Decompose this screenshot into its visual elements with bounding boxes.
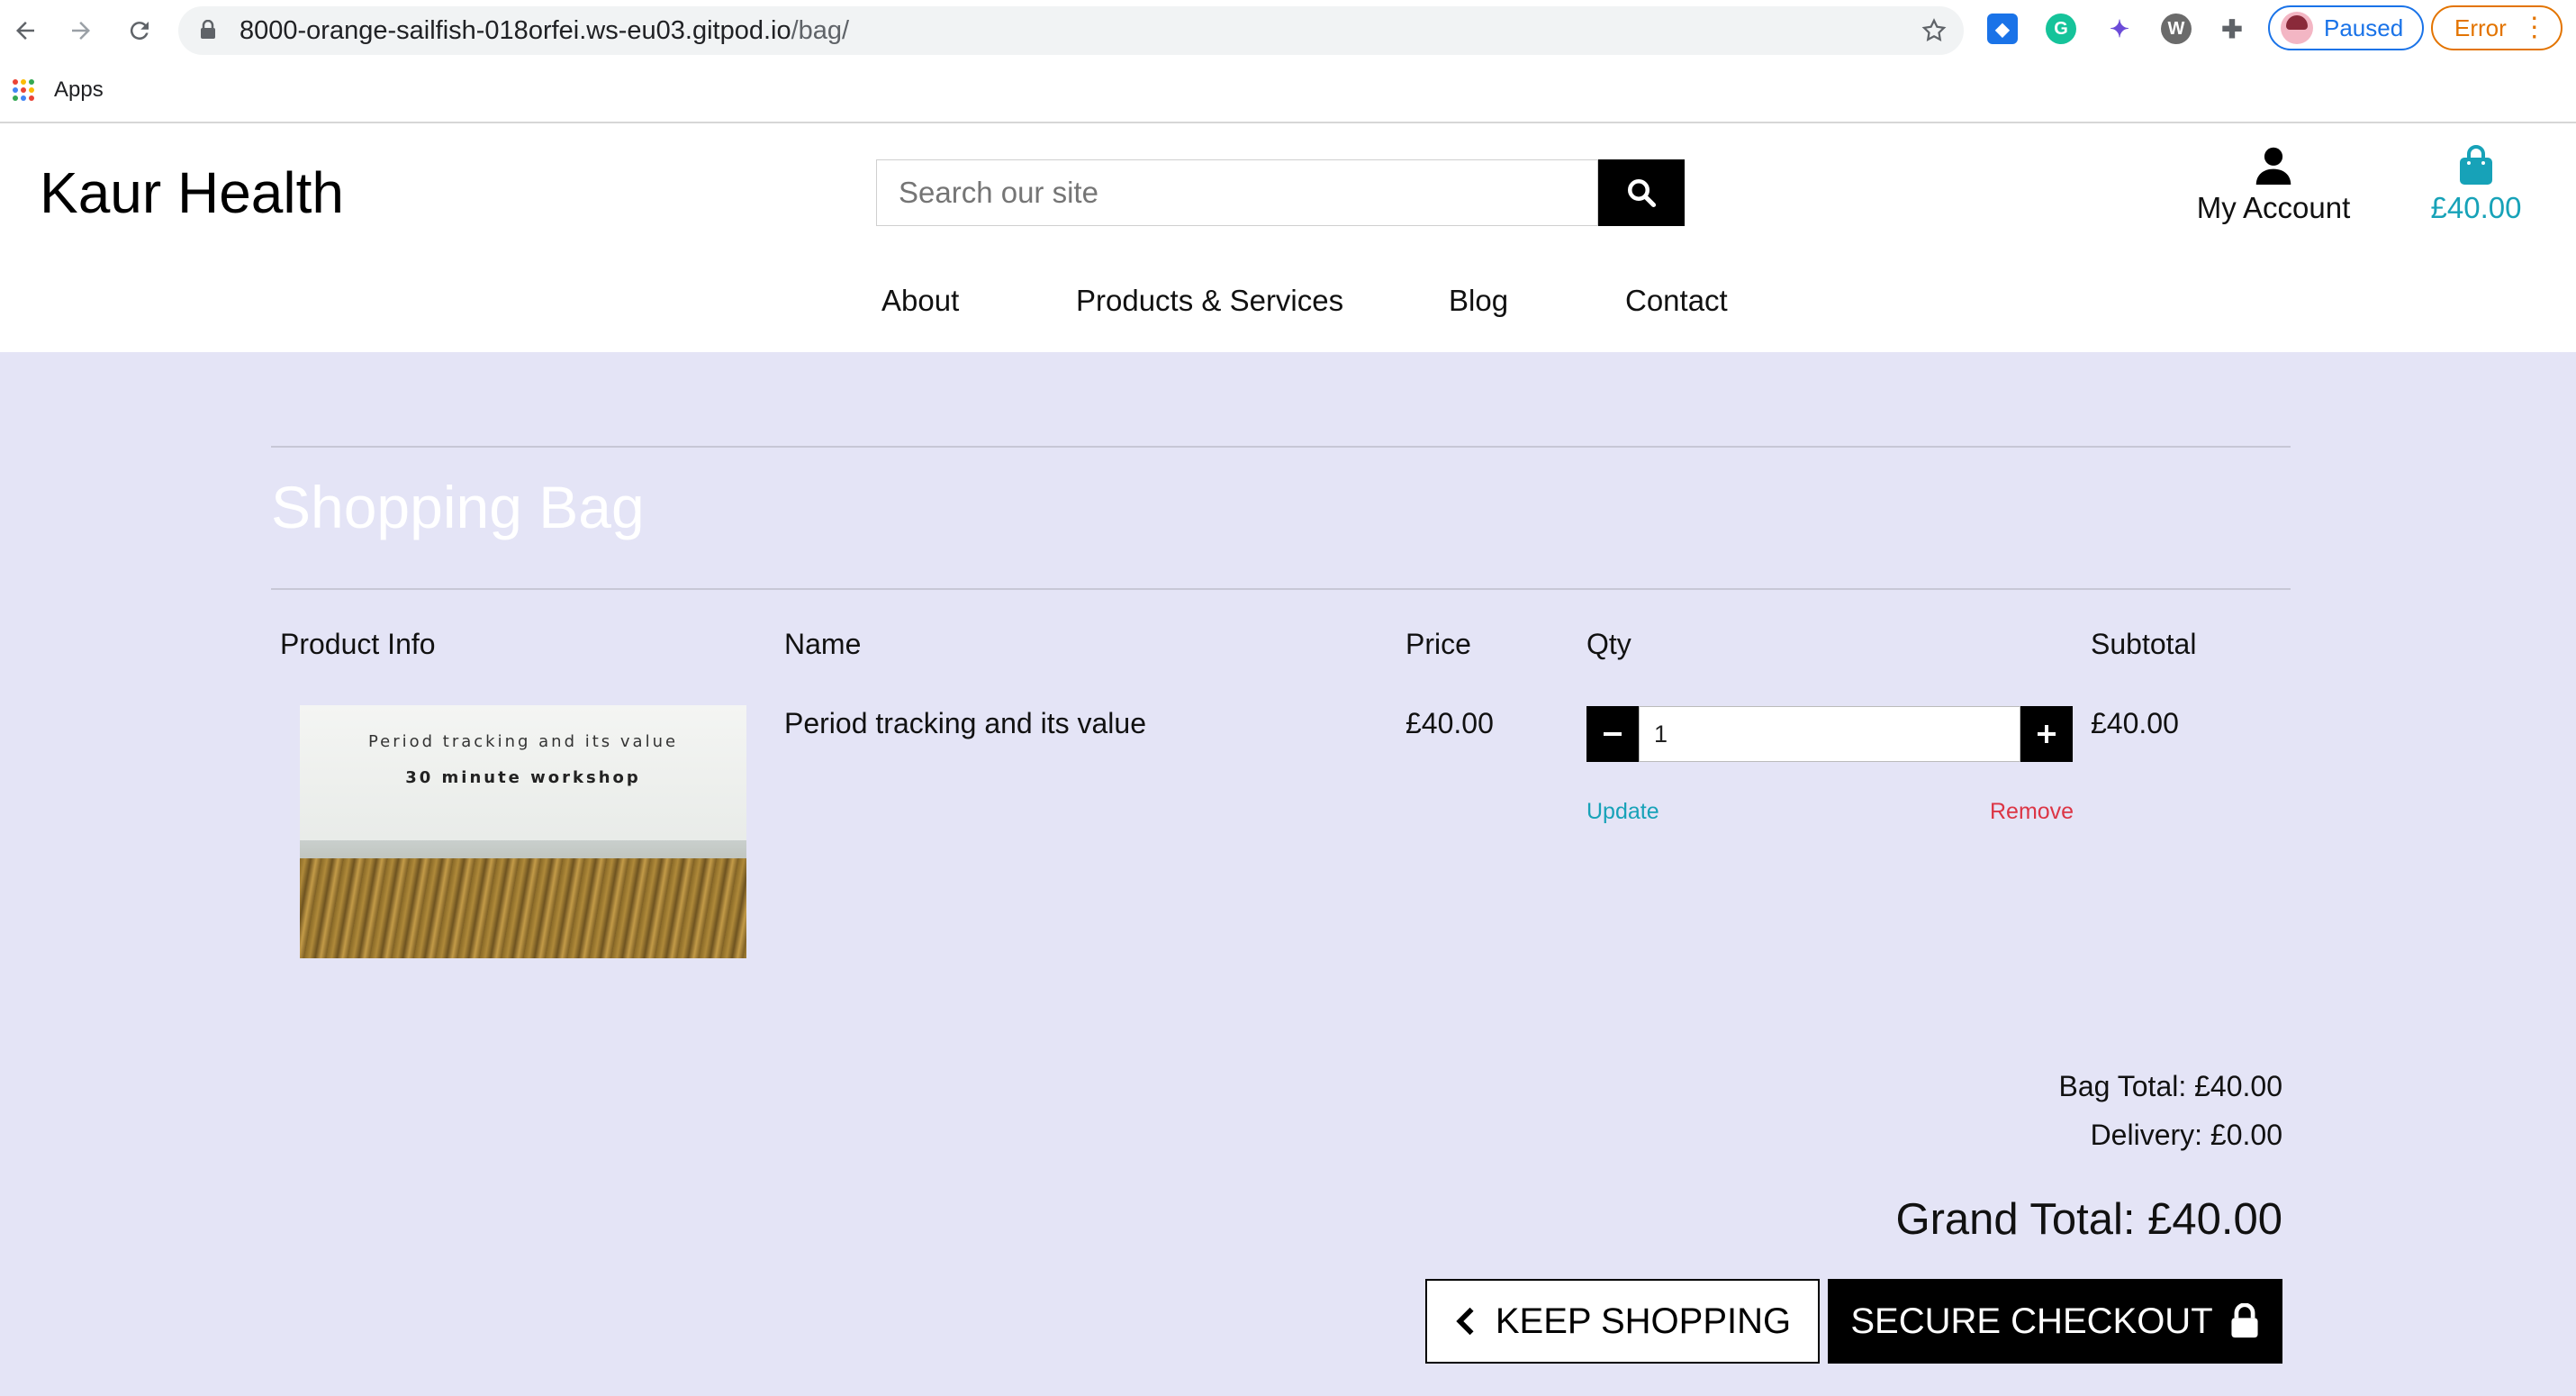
- nav-about[interactable]: About: [881, 284, 959, 318]
- nav-contact[interactable]: Contact: [1625, 284, 1728, 318]
- column-header-qty: Qty: [1586, 628, 1631, 660]
- nav-blog[interactable]: Blog: [1449, 284, 1508, 318]
- search-button[interactable]: [1598, 159, 1685, 226]
- product-image: Period tracking and its value 30 minute …: [300, 705, 746, 958]
- product-image-caption: Period tracking and its value: [367, 732, 679, 751]
- user-icon: [2255, 147, 2291, 185]
- browser-chrome: 8000-orange-sailfish-018orfei.ws-eu03.gi…: [0, 0, 2576, 123]
- search-icon: [1628, 179, 1657, 208]
- url-host: 8000-orange-sailfish-018orfei.ws-eu03.gi…: [240, 16, 791, 45]
- divider: [271, 588, 2291, 590]
- product-price: £40.00: [1406, 707, 1494, 739]
- column-header-subtotal: Subtotal: [2091, 628, 2197, 660]
- shopping-bag-icon: [2460, 145, 2492, 185]
- wordpress-icon[interactable]: W: [2161, 14, 2192, 44]
- update-link[interactable]: Update: [1586, 799, 1659, 825]
- url-path: /bag/: [791, 16, 850, 45]
- error-button[interactable]: Error ⋮: [2431, 5, 2562, 50]
- back-button[interactable]: [7, 13, 43, 49]
- my-account-label: My Account: [2196, 191, 2351, 224]
- plus-icon: [2038, 725, 2056, 743]
- chevron-left-icon: [1456, 1307, 1474, 1336]
- arrow-right-icon: [72, 22, 90, 40]
- product-subtotal: £40.00: [2091, 707, 2179, 739]
- grammarly-icon[interactable]: G: [2046, 14, 2076, 44]
- apps-grid-icon: [13, 79, 34, 101]
- increment-qty-button[interactable]: [2020, 706, 2073, 762]
- avatar: [2281, 12, 2313, 44]
- bag-total: Bag Total: £40.00: [2058, 1070, 2283, 1102]
- reload-icon: [130, 22, 149, 41]
- decrement-qty-button[interactable]: [1586, 706, 1639, 762]
- product-name: Period tracking and its value: [784, 707, 1146, 739]
- grand-total: Grand Total: £40.00: [1895, 1195, 2282, 1244]
- product-image-subcaption: 30 minute workshop: [405, 768, 641, 787]
- arrow-left-icon: [16, 22, 34, 40]
- forward-button[interactable]: [63, 13, 99, 49]
- remove-link[interactable]: Remove: [1990, 799, 2074, 825]
- page-title: Shopping Bag: [271, 474, 645, 540]
- unicorn-extension-icon[interactable]: ✦: [2104, 14, 2135, 44]
- profile-status: Paused: [2324, 14, 2404, 41]
- bookmark-apps[interactable]: Apps: [13, 77, 104, 103]
- bookmark-star-icon[interactable]: [1921, 17, 1948, 44]
- more-vertical-icon: ⋮: [2520, 13, 2548, 42]
- nav-products-services[interactable]: Products & Services: [1076, 284, 1343, 318]
- reload-button[interactable]: [122, 13, 158, 49]
- minus-icon: [1604, 732, 1622, 736]
- column-header-product-info: Product Info: [280, 628, 436, 660]
- keep-shopping-label: KEEP SHOPPING: [1495, 1301, 1792, 1341]
- column-header-name: Name: [784, 628, 862, 660]
- column-header-price: Price: [1406, 628, 1471, 660]
- apps-label: Apps: [54, 77, 104, 102]
- bag-link[interactable]: £40.00: [2413, 145, 2539, 225]
- quantity-input[interactable]: [1639, 706, 2020, 762]
- divider: [271, 446, 2291, 448]
- my-account-link[interactable]: My Account: [2188, 145, 2359, 225]
- url-text: 8000-orange-sailfish-018orfei.ws-eu03.gi…: [240, 6, 849, 55]
- address-bar[interactable]: 8000-orange-sailfish-018orfei.ws-eu03.gi…: [178, 6, 1964, 55]
- lock-icon: [201, 20, 215, 39]
- secure-checkout-button[interactable]: SECURE CHECKOUT: [1828, 1279, 2282, 1364]
- brand-logo[interactable]: Kaur Health: [40, 159, 344, 226]
- search-input[interactable]: [876, 159, 1598, 226]
- lock-icon: [2231, 1303, 2258, 1338]
- bag-page: Shopping Bag Product Info Name Price Qty…: [0, 352, 2576, 1396]
- site-header: Kaur Health My Account £40.00 About Prod…: [0, 123, 2576, 352]
- puzzle-piece-icon[interactable]: ✚: [2217, 14, 2247, 44]
- delivery-cost: Delivery: £0.00: [2090, 1119, 2282, 1151]
- bag-total-label: £40.00: [2430, 191, 2522, 224]
- secure-checkout-label: SECURE CHECKOUT: [1850, 1301, 2213, 1341]
- keep-shopping-button[interactable]: KEEP SHOPPING: [1425, 1279, 1820, 1364]
- profile-button[interactable]: Paused: [2268, 5, 2424, 50]
- error-label: Error: [2454, 14, 2507, 41]
- extension-hexagon-icon[interactable]: ◆: [1987, 14, 2018, 44]
